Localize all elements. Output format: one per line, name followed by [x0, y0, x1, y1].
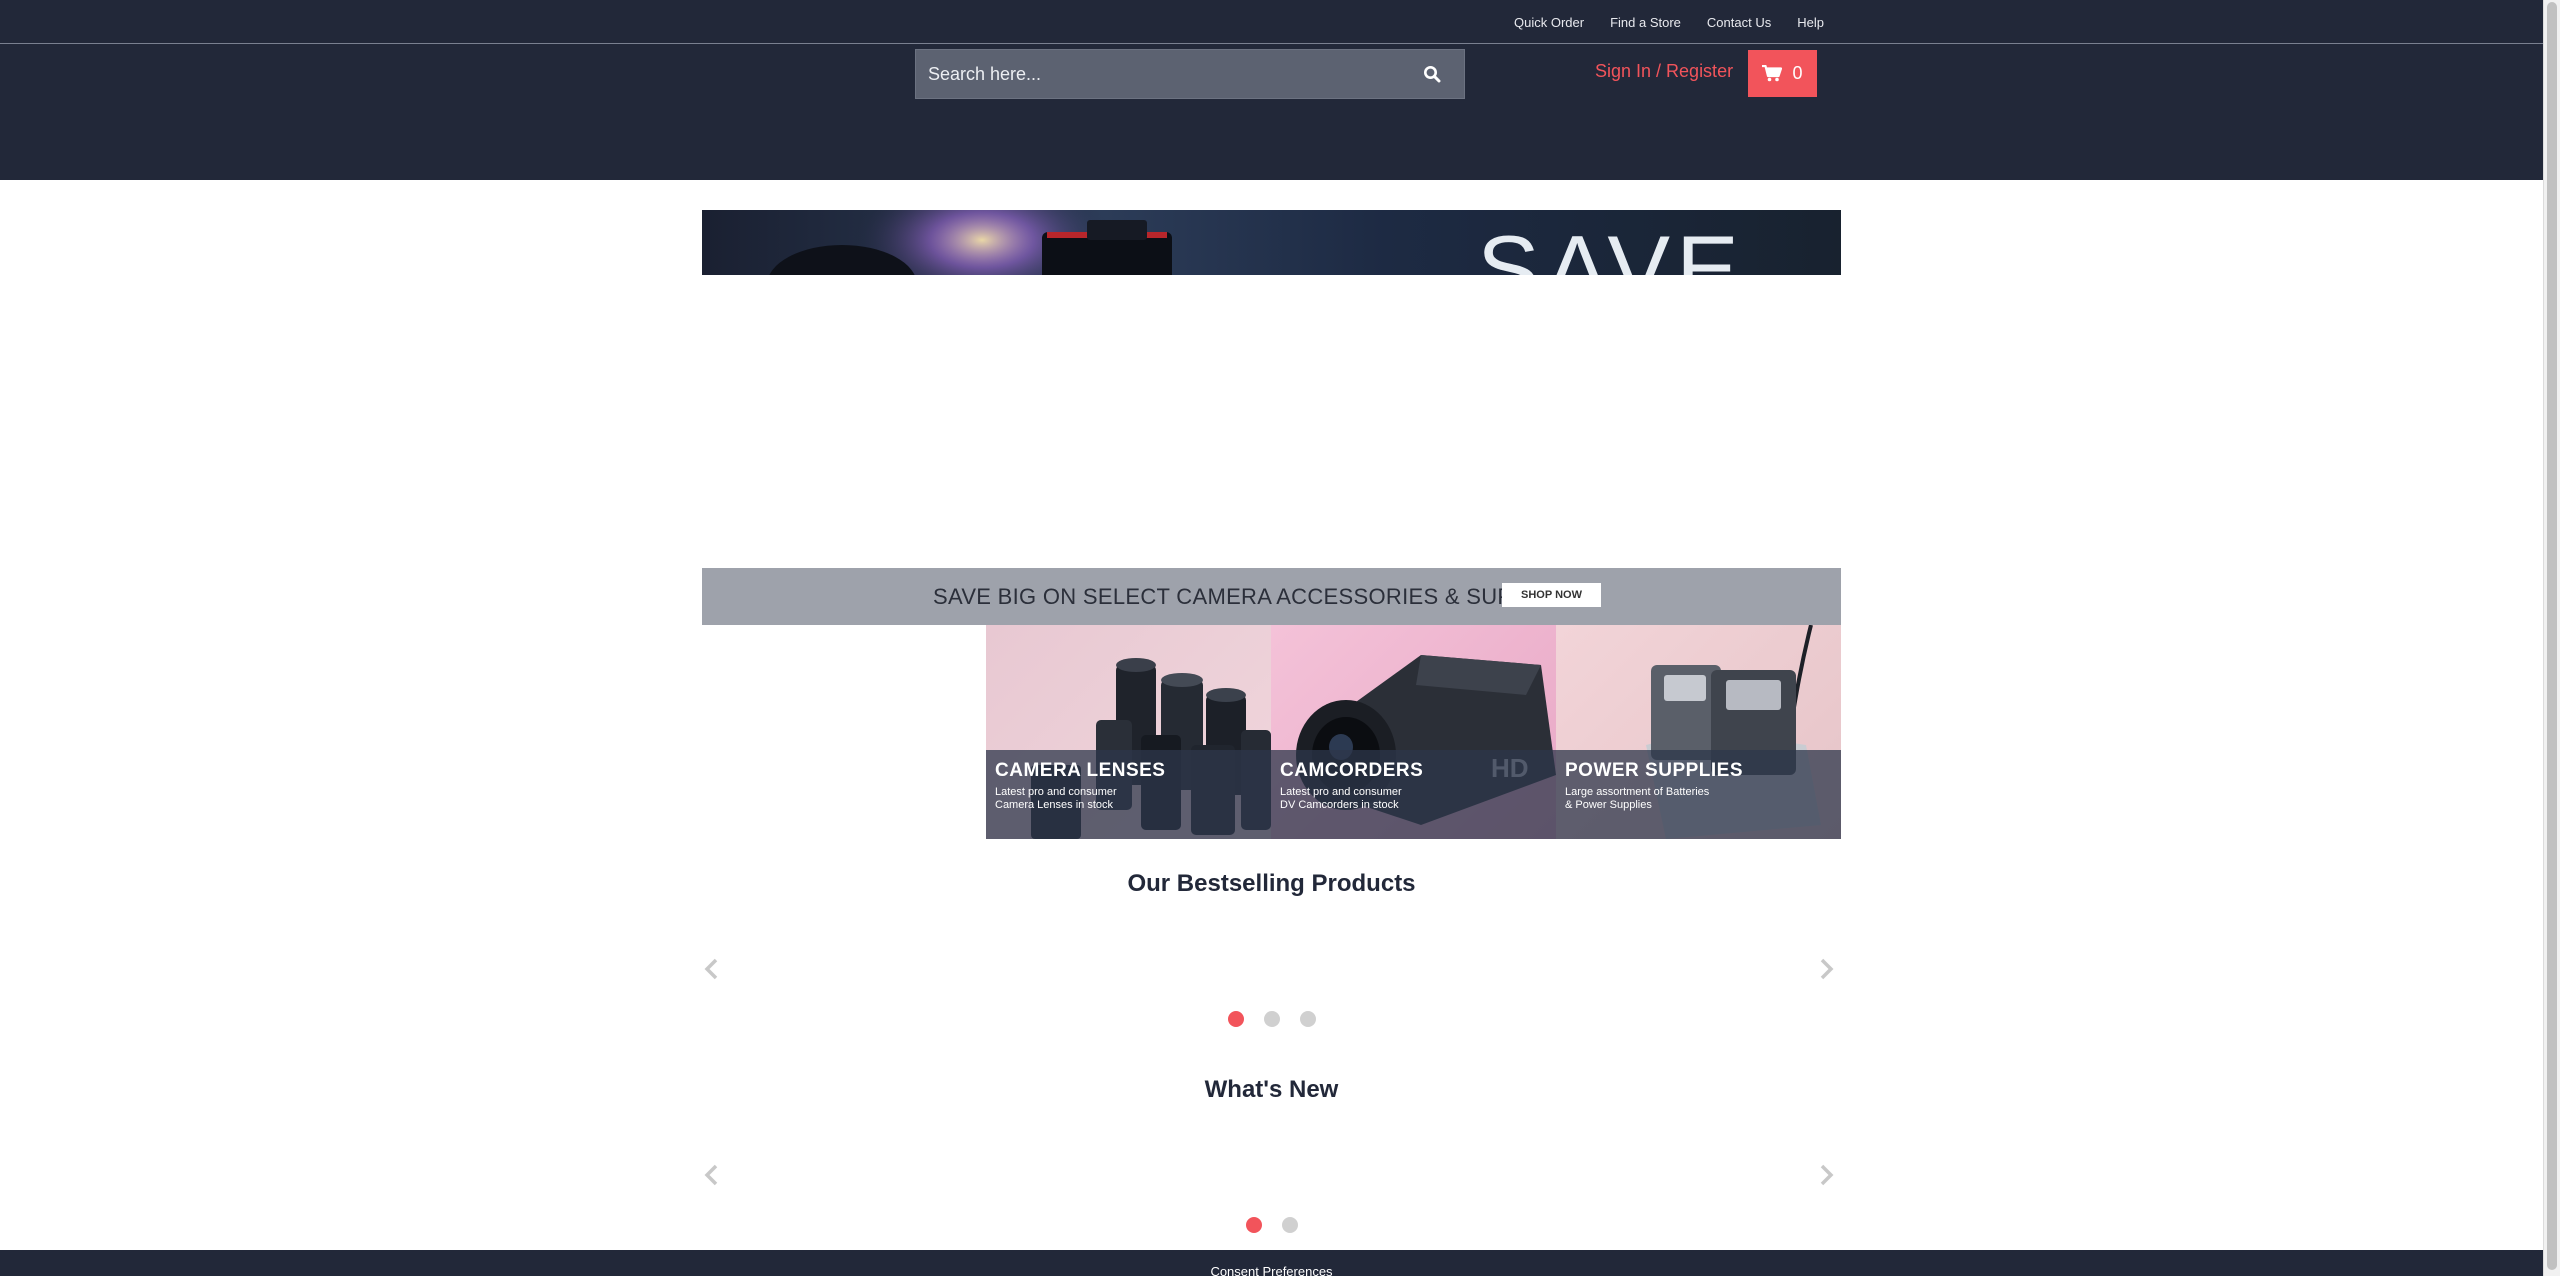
- hero-banner[interactable]: SAVE: [702, 210, 1841, 275]
- quick-order-link[interactable]: Quick Order: [1514, 15, 1584, 30]
- sign-in-register-link[interactable]: Sign In / Register: [1595, 61, 1733, 82]
- category-caption: POWER SUPPLIES Large assortment of Batte…: [1556, 750, 1841, 839]
- scrollbar-thumb[interactable]: [2547, 2, 2557, 1270]
- help-link[interactable]: Help: [1797, 15, 1824, 30]
- contact-us-link[interactable]: Contact Us: [1707, 15, 1771, 30]
- find-a-store-link[interactable]: Find a Store: [1610, 15, 1681, 30]
- category-tile-camcorders[interactable]: HD CAMCORDERS Latest pro and consumer DV…: [1271, 625, 1556, 839]
- chevron-right-icon: [1820, 1164, 1834, 1186]
- footer-bar: Consent Preferences: [0, 1250, 2543, 1276]
- category-title: POWER SUPPLIES: [1565, 760, 1744, 781]
- cart-button[interactable]: 0: [1748, 50, 1817, 97]
- search-input[interactable]: [916, 50, 1396, 98]
- promo-banner: SAVE BIG ON SELECT CAMERA ACCESSORIES & …: [702, 568, 1841, 625]
- category-title: CAMERA LENSES: [995, 760, 1166, 781]
- whats-new-pagination: [0, 1217, 2543, 1233]
- utility-links: Quick Order Find a Store Contact Us Help: [1514, 0, 1824, 44]
- carousel-dot[interactable]: [1299, 1011, 1316, 1027]
- whats-new-heading: What's New: [1204, 1076, 1339, 1103]
- carousel-dot[interactable]: [1245, 1217, 1262, 1233]
- page-viewport: Quick Order Find a Store Contact Us Help…: [0, 0, 2543, 1276]
- chevron-right-icon: [1820, 958, 1834, 980]
- category-caption: CAMCORDERS Latest pro and consumer DV Ca…: [1271, 750, 1556, 839]
- chevron-left-icon: [704, 958, 718, 980]
- search-box: [915, 49, 1465, 99]
- category-tile-camera-lenses[interactable]: CAMERA LENSES Latest pro and consumer Ca…: [986, 625, 1271, 839]
- category-subtitle: Latest pro and consumer DV Camcorders in…: [1280, 786, 1402, 811]
- category-subtitle: Large assortment of Batteries & Power Su…: [1565, 786, 1710, 811]
- consent-preferences-link[interactable]: Consent Preferences: [0, 1264, 2543, 1276]
- whats-new-prev-arrow[interactable]: [704, 1162, 720, 1193]
- category-tile-power-supplies[interactable]: POWER SUPPLIES Large assortment of Batte…: [1556, 625, 1841, 839]
- promo-text: SAVE BIG ON SELECT CAMERA ACCESSORIES & …: [933, 584, 1577, 609]
- bestsellers-prev-arrow[interactable]: [704, 956, 720, 987]
- bestsellers-heading: Our Bestselling Products: [1127, 870, 1416, 897]
- vertical-scrollbar[interactable]: [2543, 0, 2560, 1276]
- carousel-dot[interactable]: [1227, 1011, 1244, 1027]
- carousel-dot[interactable]: [1281, 1217, 1298, 1233]
- shopping-cart-icon: [1762, 65, 1783, 82]
- shop-now-button[interactable]: SHOP NOW: [1502, 583, 1601, 607]
- cart-count: 0: [1792, 63, 1803, 83]
- bestsellers-pagination: [0, 1011, 2543, 1027]
- category-subtitle: Latest pro and consumer Camera Lenses in…: [995, 786, 1117, 811]
- chevron-left-icon: [704, 1164, 718, 1186]
- search-button[interactable]: [1400, 50, 1464, 98]
- category-title: CAMCORDERS: [1280, 760, 1424, 781]
- hero-headline: SAVE: [1477, 216, 1745, 276]
- search-icon: [1424, 66, 1441, 83]
- category-caption: CAMERA LENSES Latest pro and consumer Ca…: [986, 750, 1271, 839]
- bestsellers-next-arrow[interactable]: [1818, 956, 1834, 987]
- carousel-dot[interactable]: [1263, 1011, 1280, 1027]
- whats-new-next-arrow[interactable]: [1818, 1162, 1834, 1193]
- category-tiles: CAMERA LENSES Latest pro and consumer Ca…: [986, 625, 1841, 839]
- utility-bar: Quick Order Find a Store Contact Us Help: [0, 0, 2543, 44]
